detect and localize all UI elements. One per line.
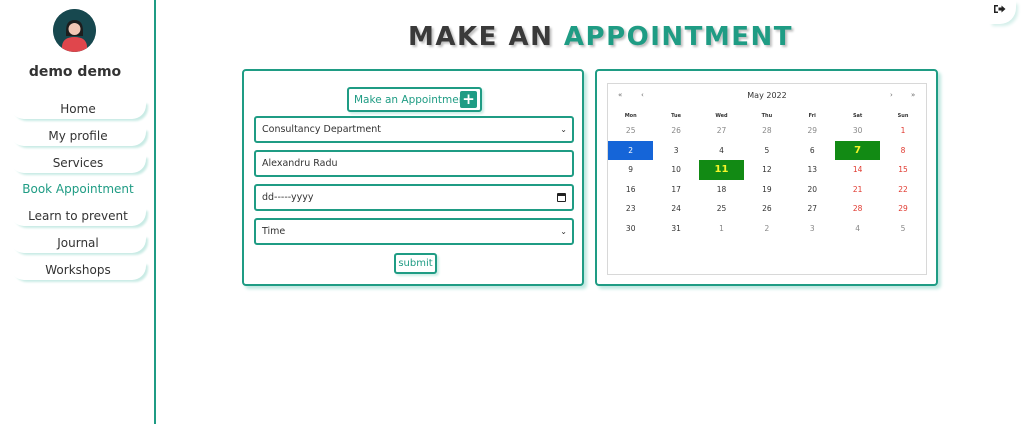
calendar-day[interactable]: 6 xyxy=(790,141,835,161)
calendar-card: « ‹ May 2022 › » Mon Tue Wed Thu Fri Sat Sun 25… xyxy=(595,69,938,286)
calendar-weekday: Tue xyxy=(671,113,681,119)
make-appointment-button[interactable]: Make an Appointment + xyxy=(347,87,482,112)
calendar-header: « ‹ May 2022 › » xyxy=(608,91,926,103)
logout-button[interactable] xyxy=(988,0,1016,24)
submit-button[interactable]: submit xyxy=(394,253,437,274)
chevron-down-icon: ⌄ xyxy=(560,227,567,236)
calendar-day[interactable]: 14 xyxy=(835,160,880,180)
calendar-day[interactable]: 26 xyxy=(744,199,789,219)
department-select[interactable]: Consultancy Department ⌄ xyxy=(254,116,574,143)
chevron-down-icon: ⌄ xyxy=(560,125,567,134)
calendar-day[interactable]: 11 xyxy=(698,160,745,180)
calendar-day[interactable]: 16 xyxy=(608,180,653,200)
calendar-weekday: Thu xyxy=(761,113,773,119)
calendar-day[interactable]: 15 xyxy=(880,160,925,180)
calendar-day[interactable]: 1 xyxy=(699,219,744,239)
calendar-day[interactable]: 31 xyxy=(653,219,698,239)
user-name: demo demo xyxy=(28,64,122,80)
calendar-week-row: 2345678 xyxy=(608,140,926,161)
page-title-part1: MAKE AN xyxy=(408,22,554,52)
calendar-day[interactable]: 27 xyxy=(790,199,835,219)
name-input[interactable]: Alexandru Radu xyxy=(254,150,574,177)
calendar-weekday: Fri xyxy=(808,113,816,119)
calendar-week-row: 30 31 1 2 3 4 5 xyxy=(608,219,926,239)
date-input-placeholder: dd-----yyyy xyxy=(262,192,314,203)
calendar-day[interactable]: 4 xyxy=(835,219,880,239)
sidebar-item-journal[interactable]: Journal xyxy=(10,234,146,253)
date-input[interactable]: dd-----yyyy xyxy=(254,184,574,211)
calendar-day[interactable]: 30 xyxy=(608,219,653,239)
calendar-day[interactable]: 20 xyxy=(790,180,835,200)
name-input-value: Alexandru Radu xyxy=(262,158,338,169)
calendar-day[interactable]: 7 xyxy=(834,140,881,160)
calendar-day[interactable]: 17 xyxy=(653,180,698,200)
calendar-day[interactable]: 29 xyxy=(880,199,925,219)
app-root: demo demo Home My profile Services Book … xyxy=(0,0,1024,424)
make-appointment-label: Make an Appointment xyxy=(354,93,470,106)
calendar-day[interactable]: 30 xyxy=(835,121,880,141)
time-select-value: Time xyxy=(262,226,286,237)
sidebar-item-workshops[interactable]: Workshops xyxy=(10,261,146,280)
sidebar-item-services[interactable]: Services xyxy=(10,154,146,173)
calendar-weekday: Sat xyxy=(852,113,863,119)
calendar-day[interactable]: 25 xyxy=(608,121,653,141)
calendar-weekday: Mon xyxy=(624,113,637,119)
calendar-day[interactable]: 28 xyxy=(744,121,789,141)
calendar-month-label: May 2022 xyxy=(747,91,787,100)
next-year-button[interactable]: » xyxy=(911,91,915,99)
calendar-day[interactable]: 24 xyxy=(653,199,698,219)
calendar-day[interactable]: 22 xyxy=(880,180,925,200)
appointment-form: Make an Appointment + Consultancy Depart… xyxy=(242,69,584,286)
calendar-day[interactable]: 18 xyxy=(699,180,744,200)
calendar-day[interactable]: 3 xyxy=(653,141,698,161)
calendar-week-row: 16 17 18 19 20 21 22 xyxy=(608,180,926,200)
calendar-grid: Mon Tue Wed Thu Fri Sat Sun 25 26 27 28 29 30 1 2 3 4 5 6 7… xyxy=(608,112,926,238)
calendar-day[interactable]: 13 xyxy=(790,160,835,180)
sidebar-item-home[interactable]: Home xyxy=(10,100,146,119)
calendar-day[interactable]: 5 xyxy=(880,219,925,239)
calendar-day[interactable]: 8 xyxy=(880,141,925,161)
user-avatar-icon[interactable] xyxy=(53,9,96,52)
plus-icon: + xyxy=(460,91,477,108)
calendar-week-row: 23 24 25 26 27 28 29 xyxy=(608,199,926,219)
calendar-icon[interactable] xyxy=(557,193,566,202)
calendar-week-row: 25 26 27 28 29 30 1 xyxy=(608,121,926,141)
calendar-day[interactable]: 12 xyxy=(744,160,789,180)
calendar-day[interactable]: 1 xyxy=(880,121,925,141)
calendar-day[interactable]: 3 xyxy=(790,219,835,239)
calendar-day[interactable]: 10 xyxy=(653,160,698,180)
calendar-day[interactable]: 29 xyxy=(790,121,835,141)
calendar-day[interactable]: 9 xyxy=(608,160,653,180)
calendar-day[interactable]: 4 xyxy=(699,141,744,161)
calendar: « ‹ May 2022 › » Mon Tue Wed Thu Fri Sat Sun 25… xyxy=(607,83,927,275)
sidebar: demo demo Home My profile Services Book … xyxy=(0,0,156,424)
calendar-day[interactable]: 2 xyxy=(608,140,654,160)
sidebar-item-my-profile[interactable]: My profile xyxy=(10,127,146,146)
department-select-value: Consultancy Department xyxy=(262,124,381,135)
calendar-day[interactable]: 27 xyxy=(699,121,744,141)
calendar-week-row: 9 10 11 12 13 14 15 xyxy=(608,160,926,180)
calendar-day[interactable]: 19 xyxy=(744,180,789,200)
calendar-day[interactable]: 21 xyxy=(835,180,880,200)
calendar-day[interactable]: 28 xyxy=(835,199,880,219)
calendar-weekday: Sun xyxy=(897,113,909,119)
calendar-day[interactable]: 2 xyxy=(744,219,789,239)
calendar-weekday: Wed xyxy=(715,113,728,119)
logout-icon xyxy=(994,5,1006,13)
sidebar-nav: Home My profile Services Book Appointmen… xyxy=(10,100,146,288)
calendar-day[interactable]: 23 xyxy=(608,199,653,219)
calendar-day[interactable]: 25 xyxy=(699,199,744,219)
sidebar-item-learn-to-prevent[interactable]: Learn to prevent xyxy=(10,207,146,226)
calendar-day[interactable]: 5 xyxy=(744,141,789,161)
calendar-weekday-row: Mon Tue Wed Thu Fri Sat Sun xyxy=(608,112,926,121)
page-title: MAKE AN APPOINTMENT xyxy=(408,22,793,52)
calendar-day[interactable]: 26 xyxy=(653,121,698,141)
next-month-button[interactable]: › xyxy=(890,91,893,99)
sidebar-item-book-appointment[interactable]: Book Appointment xyxy=(10,180,146,199)
page-title-part2: APPOINTMENT xyxy=(563,22,794,52)
time-select[interactable]: Time ⌄ xyxy=(254,218,574,245)
